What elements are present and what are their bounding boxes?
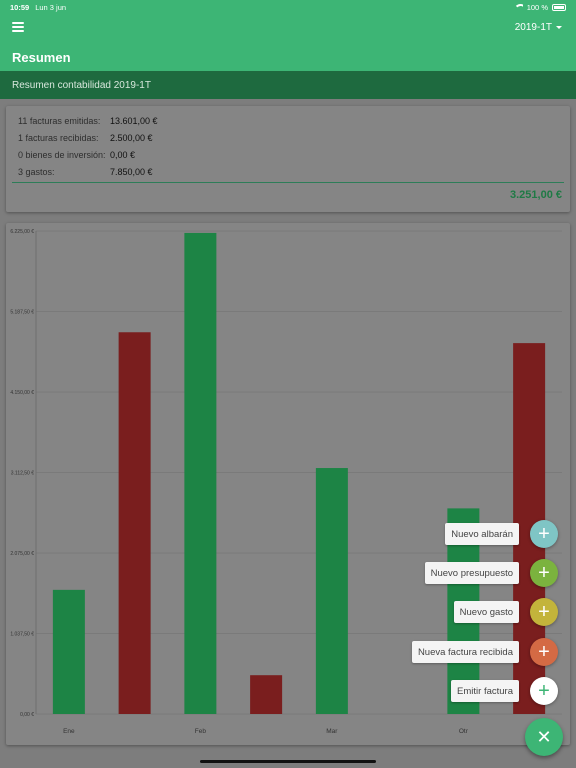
status-time: 10:59 [10, 2, 30, 12]
new-expense-button[interactable]: Nuevo gasto [453, 601, 519, 623]
summary-row: 3 gastos: 7.850,00 € [18, 165, 153, 179]
summary-row: 0 bienes de inversión: 0,00 € [18, 148, 135, 162]
x-tick-label: Ene [63, 728, 75, 735]
bar-income [315, 468, 348, 714]
bar-chart: 0,00 € 1.037,50 € 2.075,00 € 3.112,50 € 4.15… [10, 229, 562, 735]
page-title: Resumen [12, 50, 71, 65]
x-tick-label: Feb [195, 728, 207, 735]
chevron-down-icon [556, 26, 562, 29]
x-tick-label: Otr [459, 728, 469, 735]
summary-row-value: 13.601,00 € [110, 116, 158, 126]
issue-invoice-button[interactable]: Emitir factura [451, 680, 519, 702]
menu-icon[interactable] [12, 22, 24, 32]
period-selector[interactable]: 2019-1T [515, 22, 562, 33]
summary-row-value: 0,00 € [110, 150, 136, 160]
summary-row-value: 2.500,00 € [110, 133, 153, 143]
new-delivery-note-button[interactable]: Nuevo albarán [445, 523, 519, 545]
y-tick-label: 3.112,50 € [11, 471, 34, 477]
summary-row-label: 1 facturas recibidas: [18, 133, 99, 143]
app-bar: 2019-1T Resumen [0, 14, 576, 71]
status-right: 100 % [513, 2, 566, 12]
y-tick-label: 4.150,00 € [10, 390, 34, 396]
summary-total: 3.251,00 € [510, 189, 562, 201]
y-tick-label: 2.075,00 € [10, 551, 34, 557]
status-bar: 10:59 Lun 3 jun 100 % [0, 0, 576, 14]
new-received-invoice-button[interactable]: Nueva factura recibida [411, 641, 519, 663]
plus-icon[interactable]: + [530, 598, 558, 626]
battery-icon [552, 3, 566, 11]
home-indicator[interactable] [200, 760, 376, 763]
plus-icon[interactable]: + [530, 677, 558, 705]
summary-card: 11 facturas emitidas: 13.601,00 € 1 fact… [6, 106, 570, 212]
close-icon: ✕ [536, 726, 552, 747]
summary-row-value: 7.850,00 € [110, 167, 153, 177]
bar-expense [118, 332, 151, 714]
bar-income [184, 232, 217, 714]
status-date: Lun 3 jun [35, 2, 67, 12]
bar-income [52, 589, 85, 714]
bar-expense [250, 675, 283, 714]
y-tick-label: 5.187,50 € [10, 310, 34, 316]
plus-icon[interactable]: + [530, 520, 558, 548]
summary-row-label: 0 bienes de inversión: [18, 150, 106, 160]
plus-icon[interactable]: + [530, 559, 558, 587]
close-fab-button[interactable]: ✕ [525, 718, 563, 756]
summary-row-label: 3 gastos: [18, 167, 55, 177]
summary-divider [12, 182, 564, 183]
wifi-icon [513, 3, 523, 11]
x-tick-label: Mar [326, 728, 338, 735]
chart-card: 0,00 € 1.037,50 € 2.075,00 € 3.112,50 € 4.15… [6, 223, 570, 745]
summary-row: 11 facturas emitidas: 13.601,00 € [18, 114, 158, 128]
battery-percent: 100 % [526, 2, 548, 12]
y-tick-label: 1.037,50 € [10, 632, 34, 638]
summary-header: Resumen contabilidad 2019-1T [0, 71, 576, 99]
plus-icon[interactable]: + [530, 638, 558, 666]
summary-row: 1 facturas recibidas: 2.500,00 € [18, 131, 153, 145]
y-tick-label: 6.225,00 € [10, 229, 34, 235]
new-quote-button[interactable]: Nuevo presupuesto [424, 562, 519, 584]
y-tick-label: 0,00 € [20, 712, 34, 718]
summary-row-label: 11 facturas emitidas: [18, 116, 101, 126]
period-label: 2019-1T [514, 22, 552, 33]
